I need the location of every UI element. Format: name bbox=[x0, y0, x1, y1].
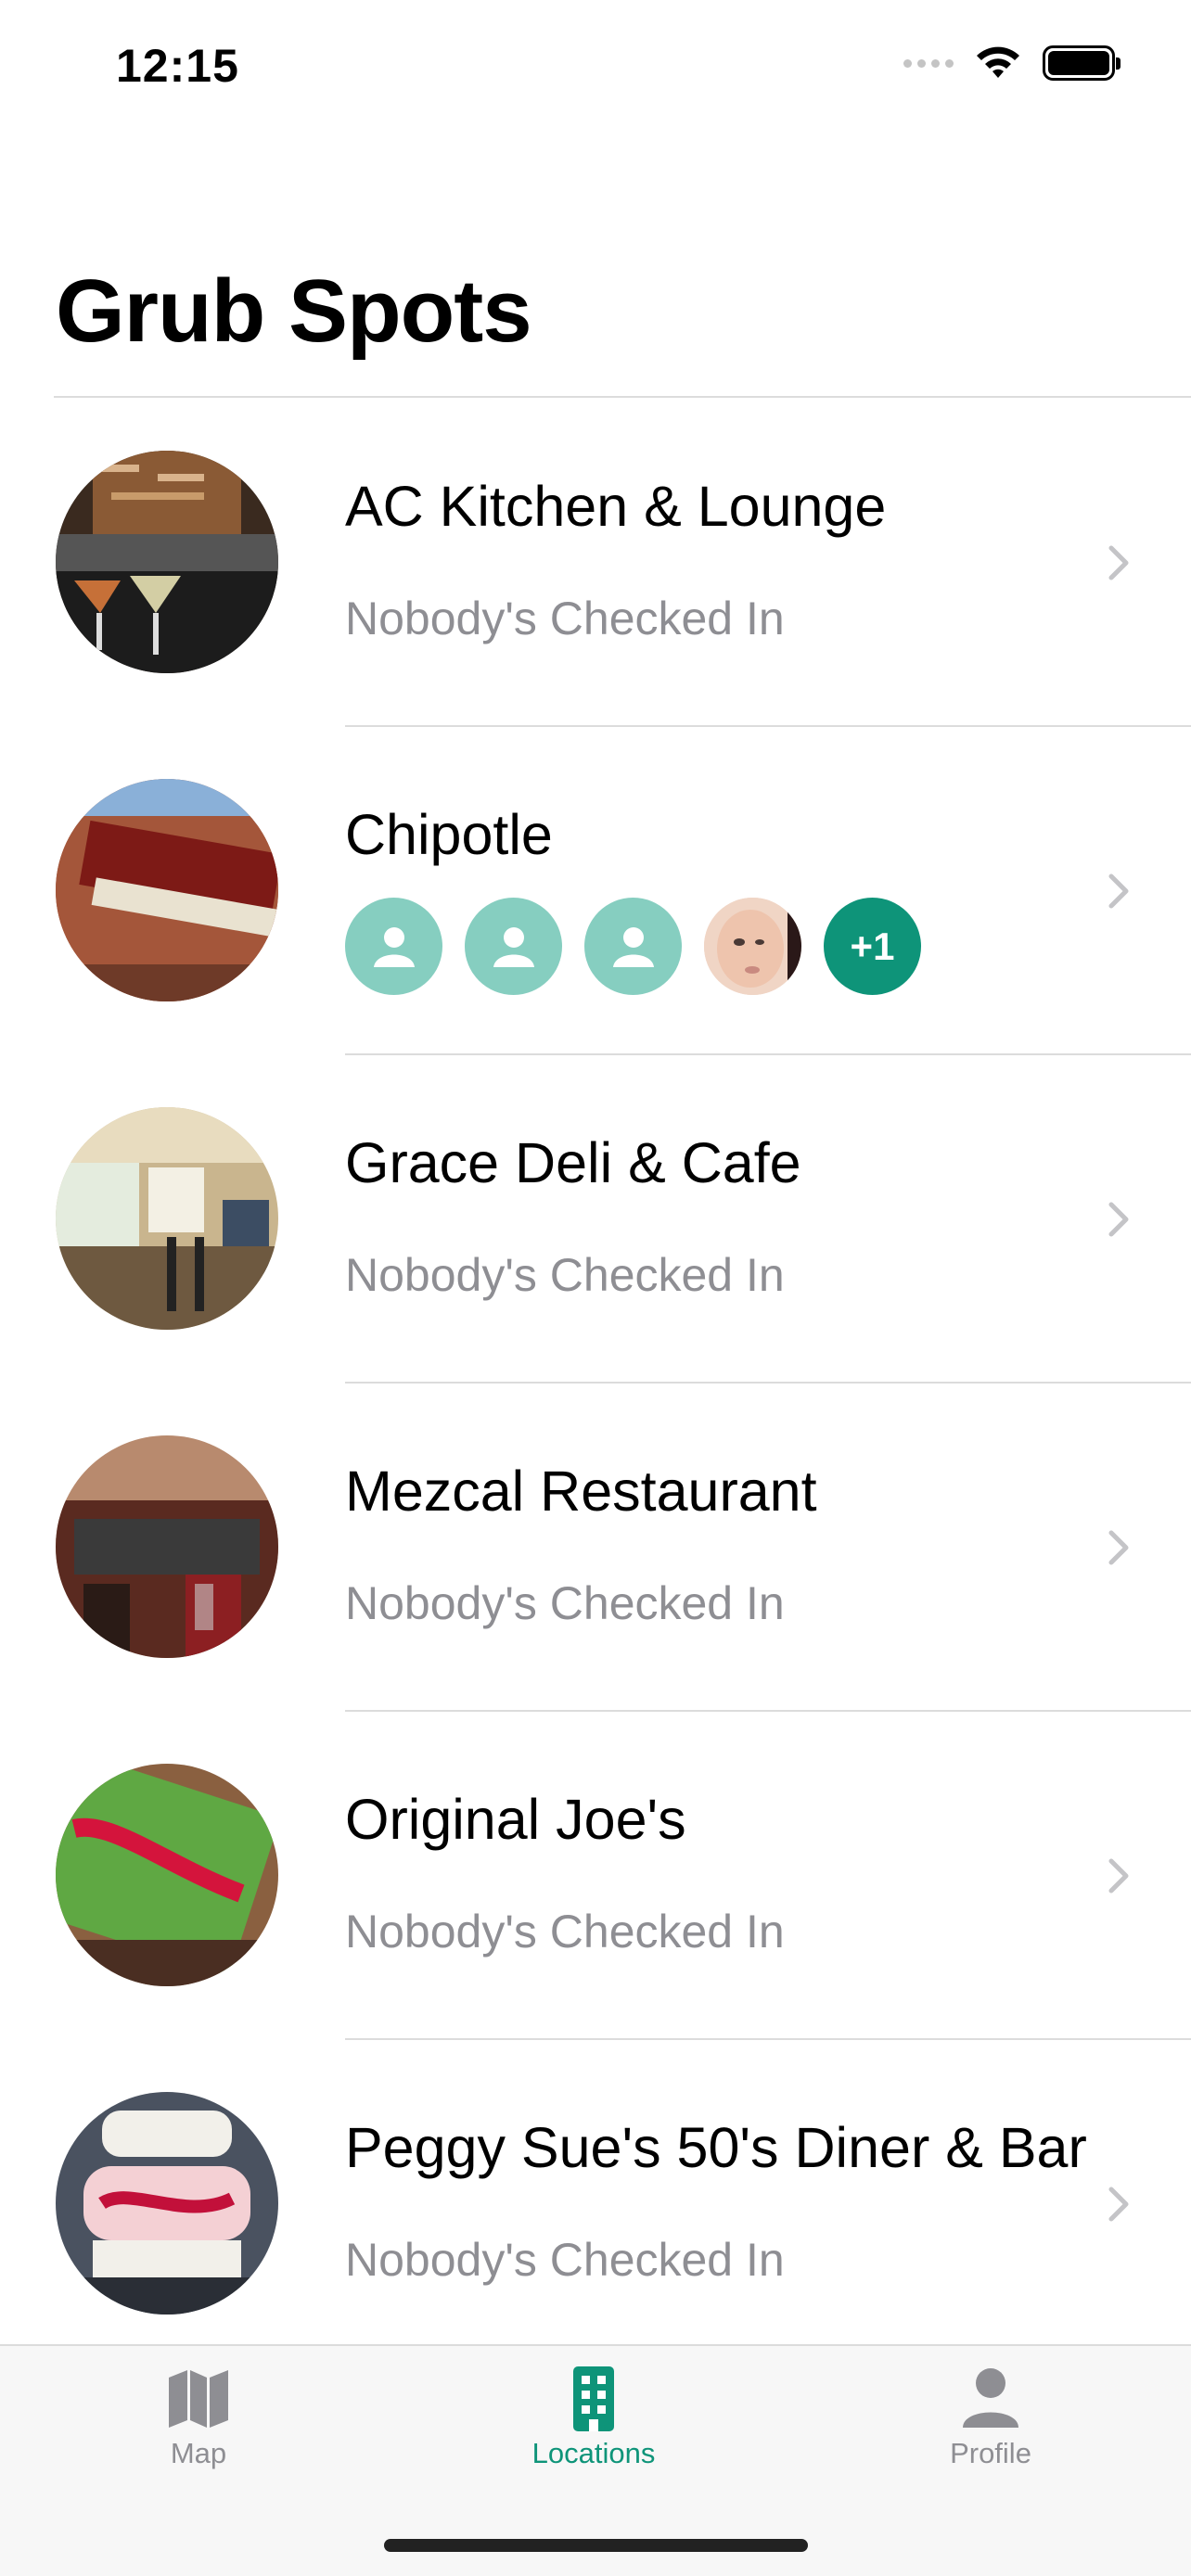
location-row-chipotle[interactable]: Chipotle bbox=[0, 727, 1191, 1055]
building-icon bbox=[573, 2366, 614, 2431]
checkin-status: Nobody's Checked In bbox=[345, 1577, 785, 1629]
avatar-photo bbox=[704, 898, 801, 995]
checkin-status: Nobody's Checked In bbox=[345, 1249, 785, 1301]
location-name: Mezcal Restaurant bbox=[345, 1460, 817, 1523]
location-row-mezcal[interactable]: Mezcal Restaurant Nobody's Checked In bbox=[0, 1384, 1191, 1712]
locations-list: AC Kitchen & Lounge Nobody's Checked In … bbox=[0, 399, 1191, 2368]
wifi-icon bbox=[977, 46, 1019, 78]
avatar bbox=[345, 898, 442, 995]
location-row-original-joes[interactable]: Original Joe's Nobody's Checked In bbox=[0, 1712, 1191, 2040]
chevron-right-icon bbox=[1108, 1858, 1129, 1894]
location-photo bbox=[56, 1107, 278, 1330]
location-row-peggy-sues[interactable]: Peggy Sue's 50's Diner & Bar Nobody's Ch… bbox=[0, 2040, 1191, 2368]
chevron-right-icon bbox=[1108, 874, 1129, 909]
location-row-grace-deli[interactable]: Grace Deli & Cafe Nobody's Checked In bbox=[0, 1055, 1191, 1384]
location-photo bbox=[56, 2092, 278, 2315]
location-name: Peggy Sue's 50's Diner & Bar bbox=[345, 2116, 1087, 2179]
status-icons bbox=[903, 45, 1121, 82]
chevron-right-icon bbox=[1108, 2187, 1129, 2222]
tab-profile[interactable]: Profile bbox=[889, 2365, 1093, 2470]
chevron-right-icon bbox=[1108, 545, 1129, 580]
chevron-right-icon bbox=[1108, 1530, 1129, 1565]
checkin-status: Nobody's Checked In bbox=[345, 1906, 785, 1958]
page-title: Grub Spots bbox=[56, 261, 532, 361]
checkin-status: Nobody's Checked In bbox=[345, 2234, 785, 2286]
location-photo bbox=[56, 779, 278, 1001]
tab-map[interactable]: Map bbox=[96, 2365, 301, 2470]
checkin-status: Nobody's Checked In bbox=[345, 593, 785, 644]
cellular-signal-icon bbox=[903, 58, 954, 68]
location-photo bbox=[56, 1764, 278, 1986]
tab-label: Map bbox=[170, 2437, 227, 2469]
tab-label: Profile bbox=[950, 2437, 1031, 2469]
location-name: Grace Deli & Cafe bbox=[345, 1131, 801, 1194]
avatar bbox=[584, 898, 682, 995]
checked-in-avatars: +1 bbox=[345, 898, 921, 995]
person-icon bbox=[373, 926, 415, 967]
location-name: Chipotle bbox=[345, 803, 553, 866]
map-icon bbox=[169, 2370, 228, 2428]
location-name: Original Joe's bbox=[345, 1788, 686, 1851]
avatar bbox=[465, 898, 562, 995]
title-divider bbox=[54, 396, 1191, 398]
more-avatars-badge: +1 bbox=[824, 898, 921, 995]
battery-icon bbox=[1043, 45, 1121, 81]
tab-locations[interactable]: Locations bbox=[492, 2365, 696, 2470]
chevron-right-icon bbox=[1108, 1202, 1129, 1237]
location-photo bbox=[56, 451, 278, 673]
tab-label: Locations bbox=[531, 2437, 656, 2469]
person-icon bbox=[612, 926, 654, 967]
status-bar: 12:15 bbox=[0, 0, 1191, 139]
status-time: 12:15 bbox=[116, 40, 239, 92]
person-icon bbox=[493, 926, 534, 967]
location-row-ac-kitchen[interactable]: AC Kitchen & Lounge Nobody's Checked In bbox=[0, 399, 1191, 727]
person-icon bbox=[963, 2368, 1018, 2428]
location-name: AC Kitchen & Lounge bbox=[345, 475, 887, 538]
location-photo bbox=[56, 1435, 278, 1658]
home-indicator bbox=[384, 2539, 808, 2552]
